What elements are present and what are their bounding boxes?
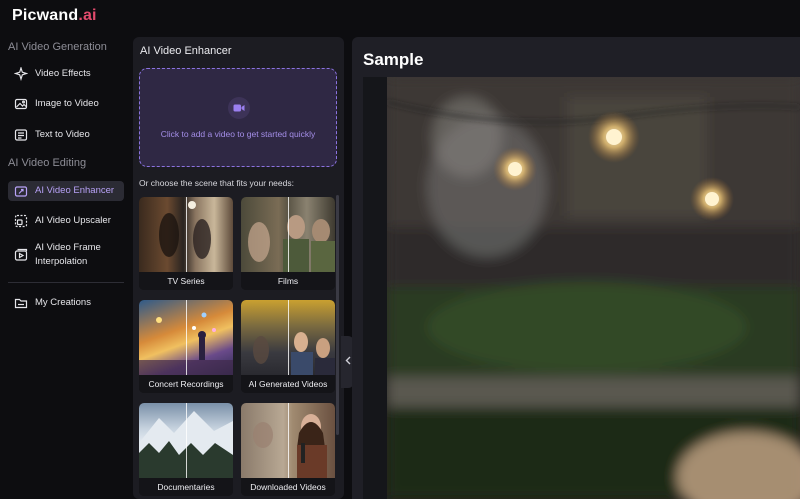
sidebar-item-label-line2: Interpolation (35, 256, 88, 267)
comparison-divider (186, 197, 187, 272)
logo[interactable]: Picwand.ai (12, 7, 97, 25)
preview-area: Sample (352, 37, 800, 499)
sample-image (386, 77, 800, 499)
sidebar-item-text-to-video[interactable]: Text to Video (8, 125, 124, 145)
scene-card-label: Documentaries (139, 478, 233, 496)
upload-dropzone[interactable]: Click to add a video to get started quic… (139, 68, 337, 167)
comparison-divider (186, 403, 187, 478)
scene-card-label: Downloaded Videos (241, 478, 335, 496)
sidebar-item-label: Video Effects (35, 68, 91, 79)
text-document-icon (14, 128, 28, 142)
scene-card-ai-generated-videos[interactable]: AI Generated Videos (241, 300, 335, 393)
sidebar-item-label: Image to Video (35, 98, 99, 109)
frame-interpolation-icon (14, 248, 28, 262)
section-title-editing: AI Video Editing (8, 157, 87, 169)
upscale-icon (14, 214, 28, 228)
scene-hint: Or choose the scene that fits your needs… (139, 178, 294, 188)
panel-scrollbar[interactable] (336, 195, 339, 435)
sidebar-item-ai-video-enhancer[interactable]: AI Video Enhancer (8, 181, 124, 201)
video-camera-icon (228, 97, 250, 119)
scene-card-concert-recordings[interactable]: Concert Recordings (139, 300, 233, 393)
enhance-video-icon (14, 184, 28, 198)
sidebar: AI Video Generation Video Effects Image … (0, 34, 130, 499)
sidebar-item-video-effects[interactable]: Video Effects (8, 64, 124, 84)
sidebar-item-my-creations[interactable]: My Creations (8, 293, 124, 313)
preview-title: Sample (363, 50, 424, 69)
sidebar-item-label: My Creations (35, 297, 91, 308)
top-bar: Picwand.ai (0, 0, 800, 34)
enhancer-panel: AI Video Enhancer Click to add a video t… (133, 37, 344, 499)
sidebar-item-ai-video-upscaler[interactable]: AI Video Upscaler (8, 211, 124, 231)
sidebar-item-ai-video-frame-interpolation[interactable]: AI Video Frame Interpolation (8, 240, 124, 270)
scene-card-films[interactable]: Films (241, 197, 335, 290)
chevron-left-icon (345, 356, 351, 368)
folder-icon (14, 296, 28, 310)
comparison-divider (288, 197, 289, 272)
sidebar-divider (8, 282, 124, 283)
sidebar-item-label: Text to Video (35, 129, 90, 140)
video-viewer[interactable] (363, 77, 800, 499)
sidebar-item-image-to-video[interactable]: Image to Video (8, 94, 124, 114)
comparison-divider (288, 403, 289, 478)
scene-card-label: Concert Recordings (139, 375, 233, 393)
scene-card-label: TV Series (139, 272, 233, 290)
scene-card-documentaries[interactable]: Documentaries (139, 403, 233, 496)
comparison-divider (186, 300, 187, 375)
scene-card-label: Films (241, 272, 335, 290)
comparison-divider (288, 300, 289, 375)
sidebar-item-label: AI Video Enhancer (35, 185, 115, 196)
scene-card-label: AI Generated Videos (241, 375, 335, 393)
section-title-generation: AI Video Generation (8, 41, 107, 53)
scene-card-tv-series[interactable]: TV Series (139, 197, 233, 290)
scene-card-downloaded-videos[interactable]: Downloaded Videos (241, 403, 335, 496)
sidebar-item-label: AI Video Upscaler (35, 215, 111, 226)
panel-title: AI Video Enhancer (140, 45, 232, 57)
sparkle-icon (13, 65, 29, 82)
sidebar-item-label-line1: AI Video Frame (35, 242, 101, 253)
image-icon (14, 97, 28, 111)
upload-text: Click to add a video to get started quic… (160, 129, 316, 139)
